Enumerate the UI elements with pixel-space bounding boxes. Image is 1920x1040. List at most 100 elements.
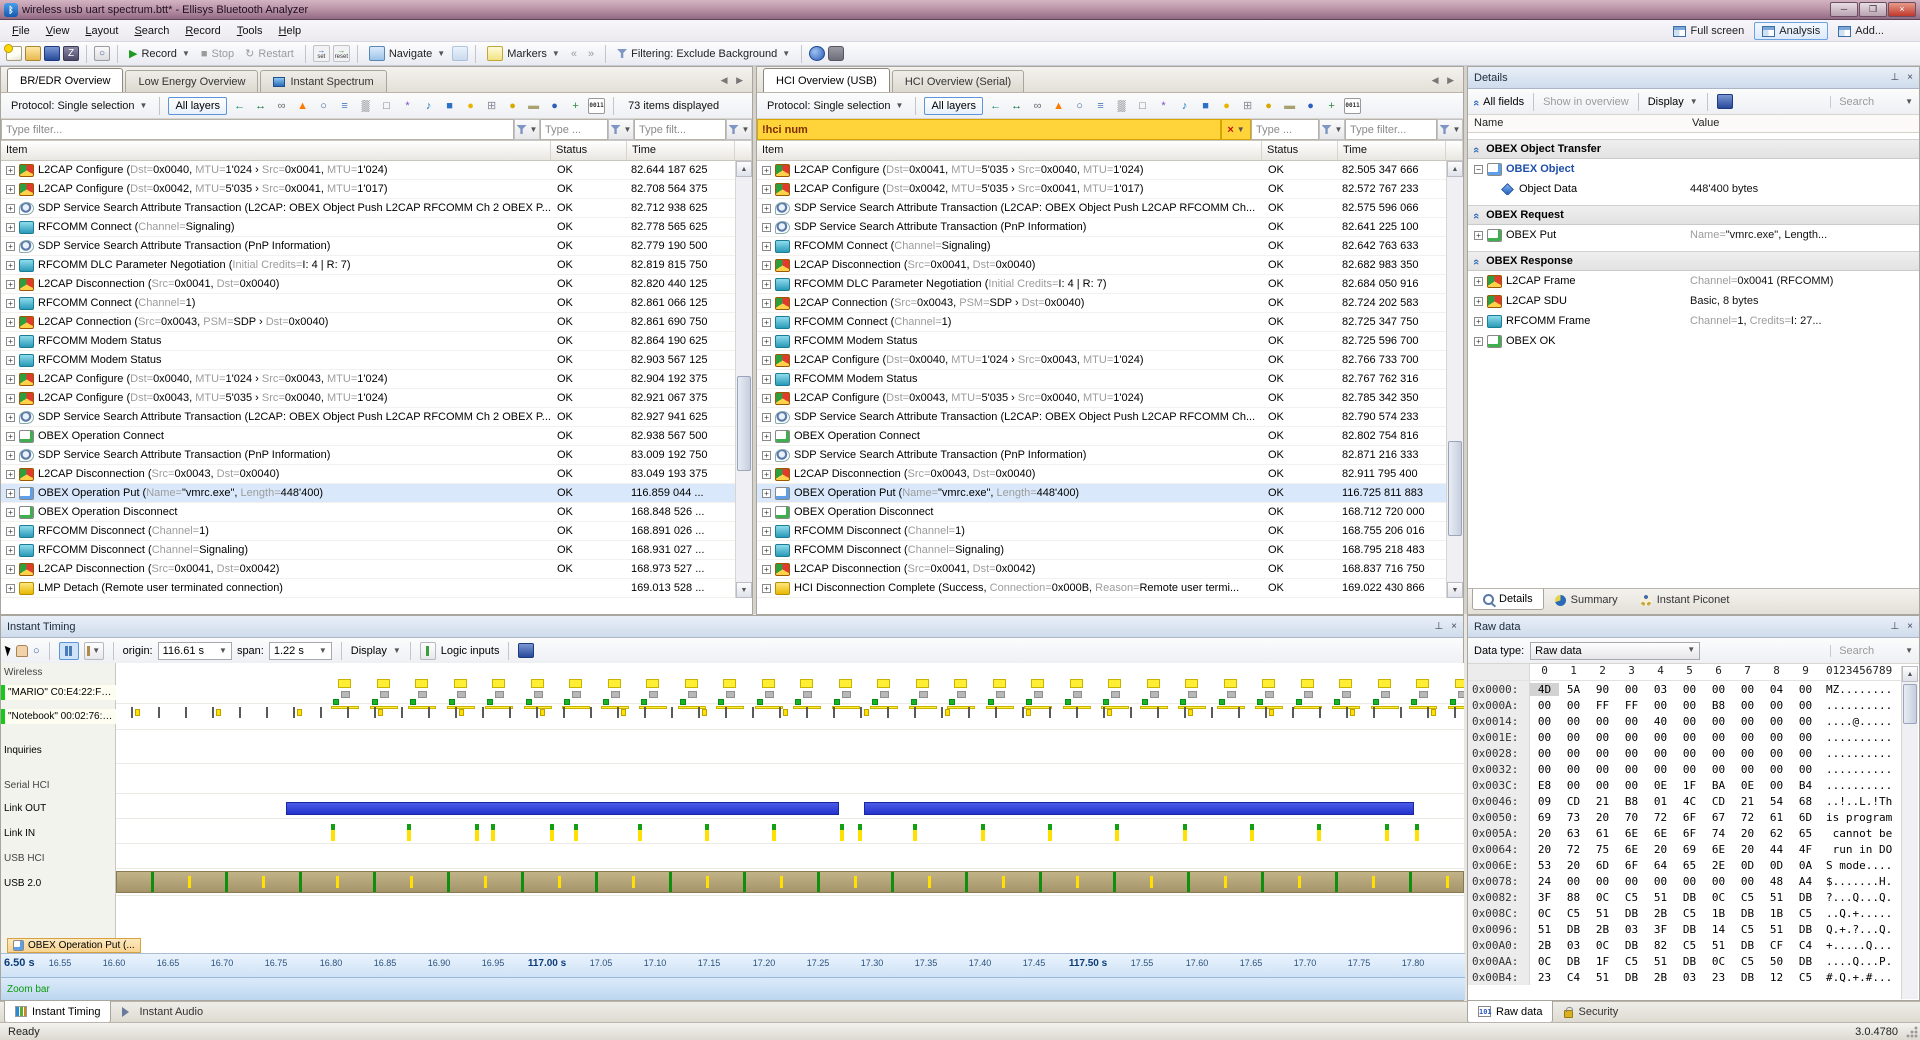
hex-byte[interactable]: 00 [1733, 731, 1762, 744]
hex-row[interactable]: 0x00B4:23C451DB2B0323DB12C5#.Q.+.#... [1468, 969, 1919, 985]
event-row[interactable]: +L2CAP Disconnection (Src=0x0043, Dst=0x… [1, 465, 735, 484]
hex-byte[interactable]: 0A [1791, 859, 1820, 872]
expand-icon[interactable]: + [762, 413, 771, 422]
hex-byte[interactable]: 00 [1530, 699, 1559, 712]
hex-byte[interactable]: 00 [1617, 715, 1646, 728]
link-in-tick[interactable] [550, 824, 554, 841]
hex-byte[interactable]: DB [1675, 923, 1704, 936]
hex-byte[interactable]: 3F [1646, 923, 1675, 936]
copy-icon[interactable]: ⊞ [483, 98, 500, 114]
hex-byte[interactable]: 00 [1762, 763, 1791, 776]
response-tick[interactable] [482, 707, 484, 718]
burst-icon[interactable]: * [399, 98, 416, 114]
hex-byte[interactable]: C4 [1559, 971, 1588, 984]
hex-byte[interactable]: CF [1762, 939, 1791, 952]
packet-group[interactable] [1255, 679, 1285, 709]
hex-byte[interactable]: 00 [1762, 779, 1791, 792]
hex-row[interactable]: 0x0050:69732070726F6772616Dis program [1468, 809, 1919, 825]
details-row[interactable]: +OBEX OK [1468, 331, 1919, 351]
hex-byte[interactable]: C5 [1617, 891, 1646, 904]
hex-byte[interactable]: 00 [1588, 747, 1617, 760]
expand-icon[interactable]: + [6, 508, 15, 517]
tab-scroll-arrows[interactable]: ◀ ▶ [721, 75, 746, 86]
hex-byte[interactable]: 62 [1762, 827, 1791, 840]
hex-byte[interactable]: 00 [1733, 875, 1762, 888]
record-button[interactable]: ▶ Record ▼ [125, 45, 194, 62]
hex-byte[interactable]: 00 [1646, 731, 1675, 744]
link-in-tick[interactable] [638, 824, 642, 841]
filter-input[interactable]: Type ... [540, 119, 608, 140]
hex-byte[interactable]: CD [1559, 795, 1588, 808]
timing-canvas[interactable] [116, 663, 1464, 953]
hex-byte[interactable]: 00 [1675, 699, 1704, 712]
clear-search-button[interactable]: ×▼ [1221, 119, 1251, 140]
scroll-up-arrow[interactable]: ▲ [1902, 666, 1918, 682]
menu-record[interactable]: Record [177, 22, 228, 40]
expand-icon[interactable]: + [6, 318, 15, 327]
expand-icon[interactable]: + [762, 204, 771, 213]
sheet-icon[interactable]: ▬ [525, 98, 542, 114]
filter-input[interactable]: Type filter... [1, 119, 514, 140]
hex-byte[interactable]: 72 [1733, 811, 1762, 824]
packet-group[interactable] [755, 679, 785, 709]
response-tick[interactable] [131, 707, 133, 718]
hex-byte[interactable]: 1B [1704, 907, 1733, 920]
hex-byte[interactable]: 51 [1646, 891, 1675, 904]
raw-search-input[interactable]: Search [1839, 645, 1874, 657]
hex-byte[interactable]: 03 [1617, 923, 1646, 936]
event-row[interactable]: +SDP Service Search Attribute Transactio… [757, 408, 1446, 427]
details-row[interactable]: −OBEX Object [1468, 159, 1919, 179]
expand-icon[interactable]: + [6, 375, 15, 384]
hex-byte[interactable]: 00 [1617, 747, 1646, 760]
response-tick[interactable] [941, 707, 943, 718]
hex-byte[interactable]: 24 [1530, 875, 1559, 888]
copy-icon[interactable]: ⊞ [1239, 98, 1256, 114]
collapse-icon[interactable]: « [1470, 259, 1482, 263]
protocol-select[interactable]: Protocol: Single selection ▼ [763, 98, 907, 114]
link-in-tick[interactable] [705, 824, 709, 841]
hex-byte[interactable]: 3F [1530, 891, 1559, 904]
menu-tools[interactable]: Tools [229, 22, 271, 40]
hex-byte[interactable]: 00 [1588, 779, 1617, 792]
analysis-button[interactable]: Analysis [1754, 22, 1828, 40]
column-status[interactable]: Status [1262, 141, 1338, 160]
expand-icon[interactable]: + [1474, 297, 1483, 306]
response-tick[interactable] [1319, 707, 1321, 718]
response-tick[interactable] [887, 707, 889, 718]
hex-byte[interactable]: C5 [1617, 955, 1646, 968]
hex-byte[interactable]: DB [1675, 891, 1704, 904]
hex-byte[interactable]: 14 [1704, 923, 1733, 936]
hex-row[interactable]: 0x00A0:2B030CDB82C551DBCFC4+.....Q... [1468, 937, 1919, 953]
hex-byte[interactable]: 00 [1559, 715, 1588, 728]
response-tick[interactable] [185, 707, 187, 718]
back-icon[interactable]: ← [987, 98, 1004, 114]
hex-byte[interactable]: 00 [1675, 763, 1704, 776]
hex-byte[interactable]: 00 [1675, 683, 1704, 696]
hex-byte[interactable]: 6E [1617, 843, 1646, 856]
restart-button[interactable]: ↻ Restart [241, 45, 298, 62]
packet-group[interactable] [832, 679, 862, 709]
hex-byte[interactable]: 0E [1646, 779, 1675, 792]
hex-byte[interactable]: 63 [1559, 827, 1588, 840]
hex-byte[interactable]: 00 [1733, 747, 1762, 760]
hex-byte[interactable]: 00 [1559, 747, 1588, 760]
hex-byte[interactable]: 51 [1530, 923, 1559, 936]
scroll-thumb[interactable] [1448, 441, 1462, 536]
event-row[interactable]: +SDP Service Search Attribute Transactio… [1, 408, 735, 427]
link-in-tick[interactable] [475, 824, 479, 841]
link-in-tick[interactable] [491, 824, 495, 841]
search-input[interactable]: !hci num [757, 119, 1221, 140]
scroll-up-arrow[interactable]: ▲ [1447, 161, 1463, 177]
radio-icon[interactable]: ■ [1197, 98, 1214, 114]
new-file-icon[interactable] [6, 46, 22, 61]
expand-icon[interactable]: + [1474, 231, 1483, 240]
expand-icon[interactable]: + [6, 451, 15, 460]
expand-icon[interactable]: + [762, 318, 771, 327]
event-row[interactable]: +LMP Detach (Remote user terminated conn… [1, 579, 735, 598]
next-marker-icon[interactable]: » [584, 46, 598, 62]
hex-byte[interactable]: DB [1733, 939, 1762, 952]
expand-icon[interactable]: + [762, 470, 771, 479]
response-tick[interactable] [617, 707, 619, 718]
hex-byte[interactable]: C5 [1733, 955, 1762, 968]
link-icon[interactable]: ∞ [273, 98, 290, 114]
